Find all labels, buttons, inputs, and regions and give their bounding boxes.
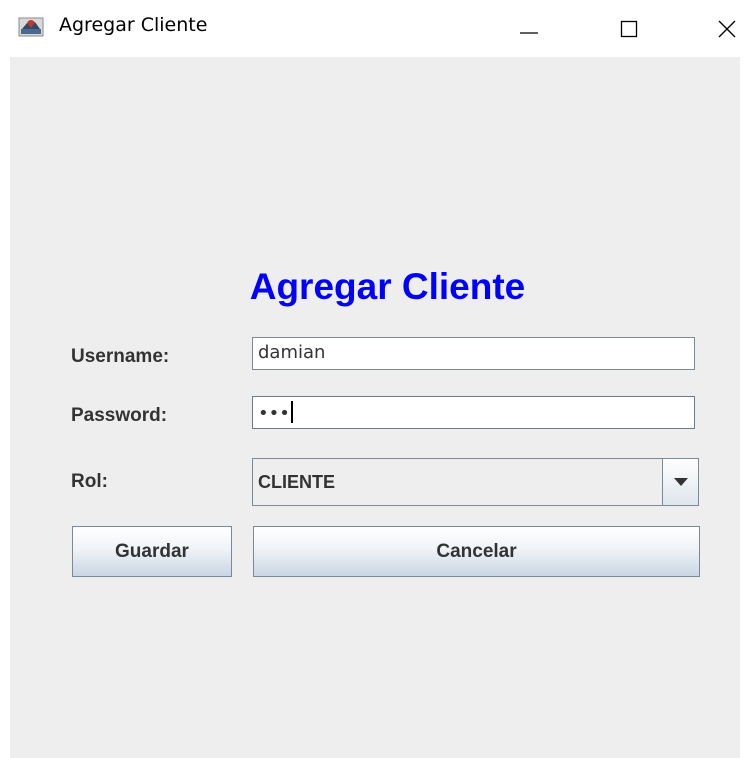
username-label: Username: <box>71 346 170 367</box>
chevron-down-icon <box>673 478 688 486</box>
minimize-icon <box>520 31 538 34</box>
window-title: Agregar Cliente <box>59 14 208 36</box>
form-heading: Agregar Cliente <box>249 266 526 307</box>
cancelar-button[interactable]: Cancelar <box>253 526 700 577</box>
rol-select[interactable]: CLIENTE <box>252 458 699 506</box>
password-label: Password: <box>71 405 168 426</box>
username-value: damian <box>258 342 326 363</box>
java-app-icon <box>18 15 44 37</box>
close-icon <box>718 20 736 37</box>
password-masked-value: ••• <box>258 403 290 424</box>
close-button[interactable] <box>696 0 755 57</box>
minimize-button[interactable] <box>498 0 560 57</box>
guardar-button[interactable]: Guardar <box>72 526 232 577</box>
rol-selected-value: CLIENTE <box>258 472 336 492</box>
title-bar[interactable]: Agregar Cliente <box>0 0 755 57</box>
rol-label: Rol: <box>71 471 108 492</box>
password-input[interactable]: ••• <box>252 396 695 429</box>
maximize-button[interactable] <box>598 0 660 57</box>
username-input[interactable]: damian <box>252 337 695 370</box>
rol-dropdown-button[interactable] <box>662 459 698 505</box>
text-caret <box>290 401 293 423</box>
maximize-icon <box>620 20 638 37</box>
